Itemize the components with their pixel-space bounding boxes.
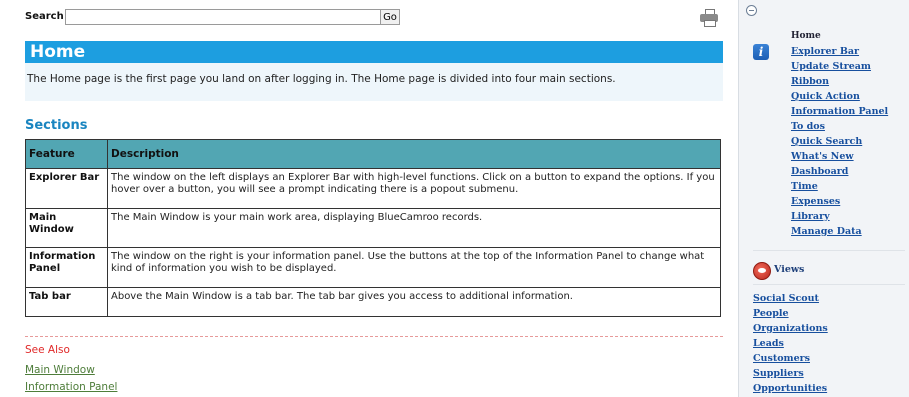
sidebar-link-to-dos[interactable]: To dos <box>791 121 825 132</box>
sidebar-link-library[interactable]: Library <box>791 211 830 222</box>
sidebar-link-whats-new[interactable]: What's New <box>791 151 854 162</box>
sidebar-link-customers[interactable]: Customers <box>753 353 810 364</box>
features-table: Feature Description Explorer Bar The win… <box>25 139 721 317</box>
sidebar-link-manage-data[interactable]: Manage Data <box>791 226 862 237</box>
table-header-row: Feature Description <box>25 139 721 169</box>
go-button[interactable]: Go <box>380 9 400 25</box>
description-cell: The Main Window is your main work area, … <box>107 208 721 248</box>
sidebar-link-quick-action[interactable]: Quick Action <box>791 91 860 102</box>
see-also-heading: See Also <box>25 344 70 356</box>
collapse-icon[interactable] <box>746 5 757 16</box>
sidebar-link-update-stream[interactable]: Update Stream <box>791 61 871 72</box>
see-also-link-information-panel[interactable]: Information Panel <box>25 381 117 393</box>
info-icon: i <box>753 44 769 60</box>
sidebar-link-suppliers[interactable]: Suppliers <box>753 368 804 379</box>
sidebar-link-explorer-bar[interactable]: Explorer Bar <box>791 46 859 57</box>
sidebar-separator <box>753 284 905 285</box>
intro-text: The Home page is the first page you land… <box>27 73 616 85</box>
sidebar-link-dashboard[interactable]: Dashboard <box>791 166 848 177</box>
page-title-bar: Home <box>25 41 723 63</box>
description-cell: The window on the left displays an Explo… <box>107 168 721 209</box>
views-label[interactable]: Views <box>774 264 804 275</box>
sidebar-link-social-scout[interactable]: Social Scout <box>753 293 819 304</box>
sidebar-home-heading: Home <box>791 31 821 41</box>
table-row: Main Window The Main Window is your main… <box>25 208 721 248</box>
feature-cell: Information Panel <box>25 247 108 288</box>
search-input[interactable] <box>65 9 383 25</box>
description-cell: Above the Main Window is a tab bar. The … <box>107 287 721 317</box>
sidebar-link-people[interactable]: People <box>753 308 789 319</box>
feature-cell: Tab bar <box>25 287 108 317</box>
header-feature: Feature <box>25 139 108 169</box>
sidebar-link-leads[interactable]: Leads <box>753 338 784 349</box>
sidebar-link-time[interactable]: Time <box>791 181 818 192</box>
printer-paper-out <box>704 20 716 27</box>
views-icon <box>753 262 771 280</box>
feature-cell: Explorer Bar <box>25 168 108 209</box>
description-cell: The window on the right is your informat… <box>107 247 721 288</box>
sidebar-link-ribbon[interactable]: Ribbon <box>791 76 829 87</box>
sidebar-link-expenses[interactable]: Expenses <box>791 196 840 207</box>
sidebar-link-organizations[interactable]: Organizations <box>753 323 828 334</box>
sections-heading: Sections <box>25 118 88 133</box>
search-label: Search <box>25 11 64 22</box>
see-also-link-main-window[interactable]: Main Window <box>25 364 95 376</box>
intro-box: The Home page is the first page you land… <box>25 63 723 101</box>
printer-icon[interactable] <box>700 9 718 27</box>
feature-cell: Main Window <box>25 208 108 248</box>
sidebar-separator <box>753 250 905 251</box>
sidebar-link-information-panel[interactable]: Information Panel <box>791 106 888 117</box>
header-description: Description <box>107 139 721 169</box>
table-row: Tab bar Above the Main Window is a tab b… <box>25 287 721 317</box>
sidebar-link-opportunities[interactable]: Opportunities <box>753 383 827 394</box>
search-bar: Search Go <box>25 7 723 29</box>
main-content: Search Go Home The Home page is the firs… <box>0 0 738 397</box>
divider <box>25 336 723 337</box>
sidebar-link-quick-search[interactable]: Quick Search <box>791 136 862 147</box>
information-panel: Home i Explorer Bar Update Stream Ribbon… <box>738 0 909 397</box>
table-row: Explorer Bar The window on the left disp… <box>25 168 721 209</box>
table-row: Information Panel The window on the righ… <box>25 247 721 288</box>
page-title: Home <box>30 42 86 62</box>
